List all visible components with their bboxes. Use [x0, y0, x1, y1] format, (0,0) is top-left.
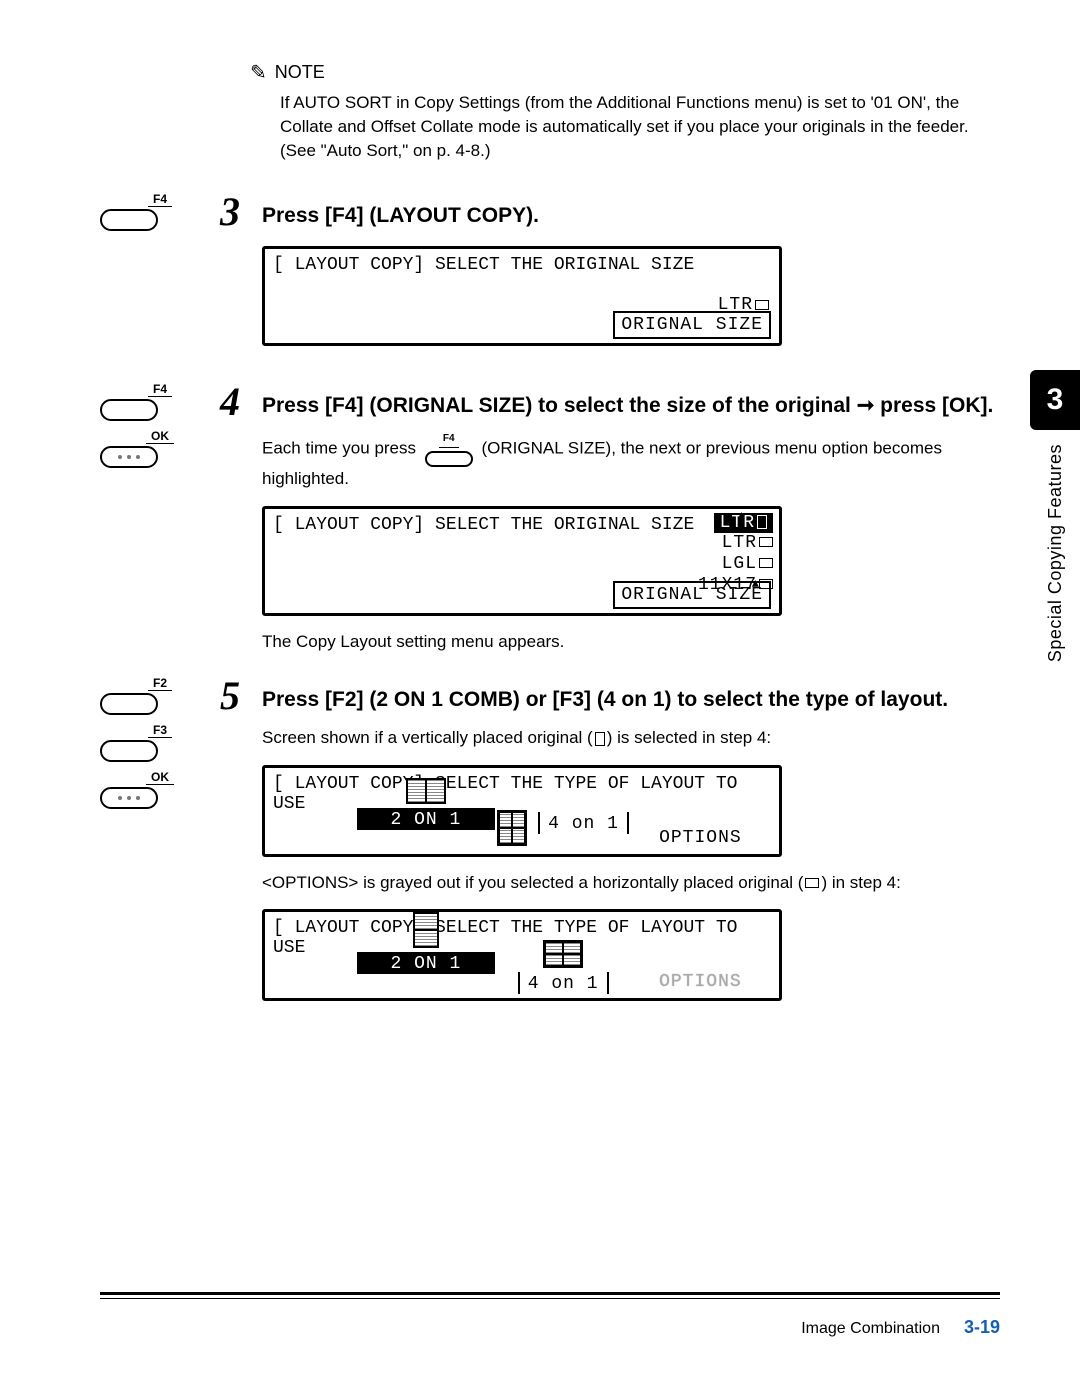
step-3: F4 3 Press [F4] (LAYOUT COPY). [ LAYOUT …: [100, 192, 1000, 360]
lcd-header: [ LAYOUT COPY] SELECT THE ORIGINAL SIZE: [273, 255, 771, 275]
footer-section: Image Combination: [801, 1320, 940, 1338]
lcd-softkey-4on1: 4 on 1: [538, 812, 629, 834]
lcd-softkey-options-disabled: OPTIONS: [651, 970, 750, 994]
lcd-screen: [ LAYOUT COPY] SELECT THE TYPE OF LAYOUT…: [262, 765, 782, 857]
step-5: F2 F3 OK 5 Press [F2] (2 ON 1 COMB) or […: [100, 676, 1000, 1015]
step-description: Screen shown if a vertically placed orig…: [262, 726, 1000, 751]
key-ok-icon: OK: [100, 770, 220, 809]
chapter-number: 3: [1030, 370, 1080, 430]
lcd-softkey-2on1: 2 ON 1 COMB: [357, 808, 494, 830]
lcd-softkey-2on1: 2 ON 1 COMB: [357, 952, 494, 974]
step-title: Press [F2] (2 ON 1 COMB) or [F3] (4 on 1…: [262, 676, 948, 714]
lcd-screen: [ LAYOUT COPY] SELECT THE ORIGINAL SIZE …: [262, 246, 782, 346]
note-label: NOTE: [275, 62, 325, 83]
key-ok-icon: OK: [100, 429, 220, 468]
page-footer: Image Combination 3-19: [100, 1292, 1000, 1338]
layout-2on1-icon: [413, 912, 439, 948]
key-f4-icon: F4: [100, 382, 220, 421]
lcd-screen: [ LAYOUT COPY] SELECT THE ORIGINAL SIZE …: [262, 506, 782, 616]
layout-2on1-icon: [406, 778, 446, 804]
lcd-screen: [ LAYOUT COPY] SELECT THE TYPE OF LAYOUT…: [262, 909, 782, 1001]
key-f2-icon: F2: [100, 676, 220, 715]
lcd-header: [ LAYOUT COPY] SELECT THE ORIGINAL SIZE: [273, 515, 771, 535]
step-after-text: The Copy Layout setting menu appears.: [262, 630, 1000, 655]
lcd-softkey-orignal-size: ORIGNAL SIZE: [613, 311, 771, 339]
inline-key-f4-icon: F4: [425, 432, 473, 467]
side-tab: 3 Special Copying Features: [1030, 370, 1080, 662]
step-number: 4: [220, 382, 250, 422]
step-number: 3: [220, 192, 250, 232]
footer-page-number: 3-19: [964, 1317, 1000, 1338]
note-block: ✎ NOTE If AUTO SORT in Copy Settings (fr…: [250, 60, 1000, 162]
step-title: Press [F4] (LAYOUT COPY).: [262, 192, 539, 230]
arrow-up-icon: ▲: [738, 510, 745, 524]
pencil-icon: ✎: [250, 60, 267, 85]
lcd-softkey-options: OPTIONS: [651, 826, 750, 850]
step-title: Press [F4] (ORIGNAL SIZE) to select the …: [262, 382, 993, 420]
step-number: 5: [220, 676, 250, 716]
key-f3-icon: F3: [100, 723, 220, 762]
layout-4on1-icon: [497, 810, 527, 846]
layout-4on1-icon: [543, 940, 583, 968]
step-description: Each time you press F4 (ORIGNAL SIZE), t…: [262, 432, 1000, 491]
key-f4-icon: F4: [100, 192, 220, 231]
landscape-icon: [805, 878, 819, 888]
step-description: <OPTIONS> is grayed out if you selected …: [262, 871, 1000, 896]
portrait-icon: [595, 732, 605, 746]
step-4: F4 OK 4 Press [F4] (ORIGNAL SIZE) to sel…: [100, 382, 1000, 654]
lcd-softkey-orignal-size: ORIGNAL SIZE: [613, 581, 771, 609]
lcd-softkey-4on1: 4 on 1: [518, 972, 609, 994]
chapter-title: Special Copying Features: [1045, 444, 1066, 662]
note-text: If AUTO SORT in Copy Settings (from the …: [280, 91, 1000, 162]
